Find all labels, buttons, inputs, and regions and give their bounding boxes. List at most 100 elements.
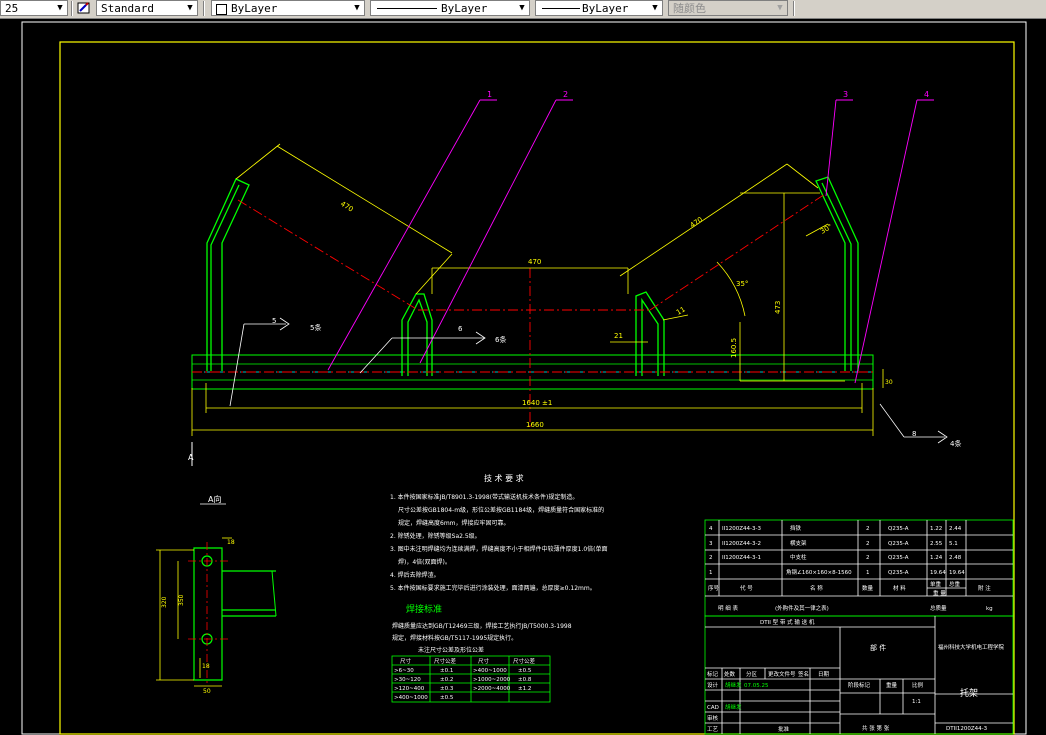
- text-style-select[interactable]: Standard ▼: [96, 0, 198, 16]
- bom-total: 2.48: [949, 555, 962, 561]
- chevron-down-icon: ▼: [187, 3, 193, 13]
- tech-item: 尺寸公差按GB1804-m级，形位公差按GB1184级，焊缝质量符合国家标准的: [398, 506, 604, 514]
- dim-angle: 35°: [736, 280, 748, 288]
- text-style-value: Standard: [101, 2, 154, 15]
- bom-no: 4: [709, 526, 713, 532]
- bom-total: 2.44: [949, 526, 962, 532]
- drawing-name: 托架: [960, 687, 978, 699]
- color-swatch-icon: [216, 4, 227, 15]
- role-label: 设计: [707, 681, 719, 689]
- detail-dim-5: 50: [203, 688, 211, 695]
- detail-view-a: A向 18 320 350 18 50: [156, 494, 277, 695]
- weld-symbols: [229, 317, 948, 444]
- tol-cell: >120~400: [394, 686, 425, 692]
- design-date: 07.05.25: [744, 683, 769, 689]
- role-label: 审核: [707, 714, 719, 722]
- balloon-2: 2: [563, 90, 568, 99]
- weight-label: 重量: [886, 681, 898, 689]
- properties-toolbar: 25 ▼ Standard ▼ ByLayer ▼ ByLayer ▼ ByLa…: [0, 0, 1046, 19]
- dim-height: 473: [774, 301, 782, 314]
- dim-inner-span: 1640 ±1: [522, 399, 552, 407]
- lineweight-value: ByLayer: [582, 2, 629, 15]
- bom-name: 挡铁: [790, 524, 802, 532]
- tech-title: 技 术 要 求: [484, 473, 524, 483]
- scale-label: 比例: [912, 681, 924, 689]
- bom-material: Q235-A: [888, 541, 909, 547]
- tol-header: 尺寸: [400, 657, 412, 665]
- list-label-note: (外购件及其一律之表): [775, 604, 829, 612]
- tech-item: 规定，焊缝高度6mm，焊接应牢固可靠。: [398, 519, 510, 527]
- bom-header: 数量: [862, 584, 874, 592]
- bom-weight-label: 重 量: [933, 589, 946, 597]
- middle-post-right: [635, 291, 665, 376]
- detail-dim-1: 18: [227, 539, 235, 546]
- bom-header: 序号: [708, 584, 720, 592]
- toolbar-separator: [203, 1, 205, 16]
- bom-code: II1200Z44-3-2: [722, 541, 761, 547]
- tol-header: 尺寸公差: [434, 657, 457, 665]
- balloon-numbers: 1 2 3 4: [487, 90, 929, 99]
- tolerance-title: 未注尺寸公差及形位公差: [418, 646, 484, 654]
- rev-header: 标记: [707, 670, 719, 678]
- tol-cell: >6~30: [394, 668, 414, 674]
- bom-header: 总重: [949, 580, 961, 588]
- chevron-down-icon: ▼: [57, 3, 63, 13]
- linetype-value: ByLayer: [441, 2, 488, 15]
- plot-style-select[interactable]: 随颜色 ▼: [668, 0, 788, 16]
- tol-cell: ±0.8: [518, 677, 532, 683]
- linetype-select[interactable]: ByLayer ▼: [370, 0, 530, 16]
- weld-8-label: 4条: [950, 439, 961, 448]
- tech-requirements: 技 术 要 求 1. 本件按国家标准JB/T8901.3-1998(带式输送机技…: [390, 473, 608, 592]
- assembly-title: DTII 型 带 式 输 送 机: [760, 618, 815, 626]
- dim-30: 30°: [819, 223, 834, 236]
- toolbar-separator: [71, 1, 73, 16]
- detail-dim-3: 350: [178, 594, 185, 606]
- chevron-down-icon: ▼: [354, 3, 360, 13]
- tol-cell: >2000~4000: [473, 686, 511, 692]
- rev-header: 日期: [818, 671, 830, 678]
- cad-name: 胡继发: [725, 703, 742, 711]
- dim-side-roll-right: 470: [689, 216, 705, 230]
- drawing-canvas[interactable]: 470 470 470 473 35° 160.5 21 11 30° 1640…: [0, 18, 1046, 735]
- weld-6-label: 6条: [495, 335, 506, 344]
- sheet-label: 共 张 第 张: [862, 724, 890, 732]
- dim-21: 21: [614, 332, 623, 340]
- role-label: 工艺: [707, 726, 719, 733]
- tol-header: 尺寸公差: [513, 657, 536, 665]
- balloon-4: 4: [924, 90, 929, 99]
- balloon-3: 3: [843, 90, 848, 99]
- dimension-lines: [191, 143, 884, 436]
- bom-qty: 2: [866, 541, 870, 547]
- layer-color-select[interactable]: ByLayer ▼: [211, 0, 365, 16]
- tol-cell: >30~120: [394, 677, 421, 683]
- school-name: 福州科技大学机电工程学院: [938, 643, 1005, 651]
- rev-header: 更改文件号: [768, 670, 796, 678]
- bom-total: 19.64: [949, 570, 965, 576]
- chevron-down-icon: ▼: [777, 3, 783, 13]
- dim-side-roll-left: 470: [339, 200, 355, 214]
- weld-item: 焊缝质量应达到GB/T12469三级，焊接工艺执行JB/T5000.3-1998: [392, 622, 572, 630]
- drawing-number: DTII1200Z44-3: [946, 726, 988, 732]
- tol-cell: >400~1000: [473, 668, 507, 674]
- tech-item: 2. 除锈处理，除锈等级Sa2.5级。: [390, 532, 481, 540]
- drawing-frame: [59, 41, 1015, 735]
- text-style-icon[interactable]: [77, 1, 91, 15]
- line-sample-icon: [377, 8, 437, 9]
- detail-dim-2: 320: [161, 596, 168, 608]
- bom-no: 3: [709, 541, 713, 547]
- tol-cell: ±0.1: [440, 668, 453, 674]
- total-weight-label: 总质量: [930, 604, 947, 612]
- tol-header: 尺寸: [478, 657, 490, 665]
- tol-cell: ±0.3: [440, 686, 454, 692]
- line-sample-icon: [542, 8, 580, 9]
- dim-mid-roll: 470: [528, 258, 541, 266]
- chevron-down-icon: ▼: [652, 3, 658, 13]
- toolbar-separator: [793, 1, 795, 16]
- linetype-scale-value: 25: [5, 2, 19, 15]
- rev-header: 处数: [724, 670, 736, 678]
- dim-overall-length: 1660: [526, 421, 544, 429]
- section-mark: A: [188, 442, 194, 466]
- lineweight-select[interactable]: ByLayer ▼: [535, 0, 663, 16]
- linetype-scale-select[interactable]: 25 ▼: [0, 0, 68, 16]
- section-letter: A: [188, 453, 194, 462]
